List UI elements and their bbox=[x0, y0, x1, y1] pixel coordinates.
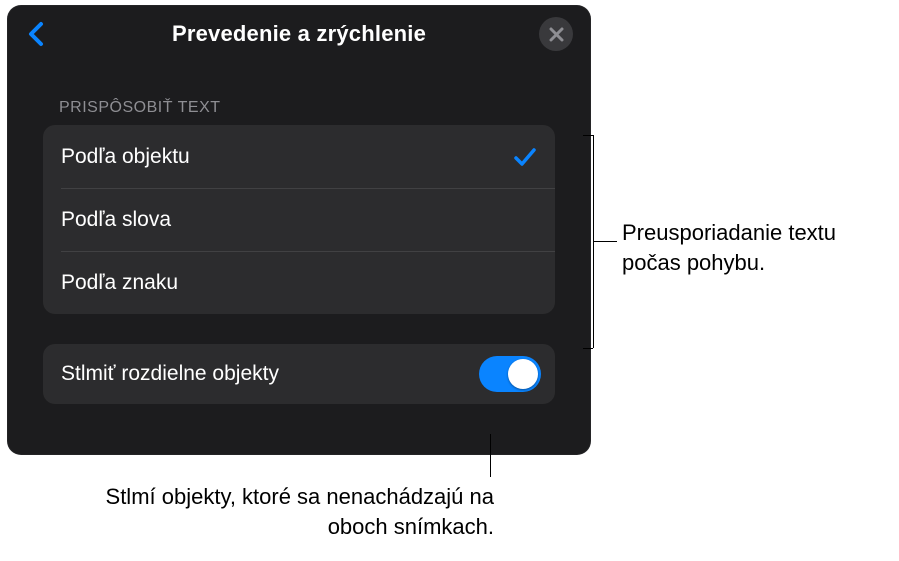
option-label: Podľa objektu bbox=[61, 145, 190, 169]
text-fit-options: Podľa objektu Podľa slova Podľa znaku bbox=[43, 125, 555, 314]
chevron-left-icon bbox=[27, 21, 45, 47]
callout-text-reorder: Preusporiadanie textu počas pohybu. bbox=[622, 218, 892, 277]
section-header: Prispôsobiť text bbox=[59, 99, 591, 117]
fade-toggle-switch[interactable] bbox=[479, 356, 541, 392]
option-label: Podľa znaku bbox=[61, 271, 178, 295]
callout-leader bbox=[490, 434, 491, 477]
back-button[interactable] bbox=[21, 19, 51, 49]
callout-leader bbox=[583, 348, 593, 349]
fade-toggle-group: Stlmiť rozdielne objekty bbox=[43, 344, 555, 404]
close-icon bbox=[549, 27, 564, 42]
settings-panel: Prevedenie a zrýchlenie Prispôsobiť text… bbox=[7, 5, 591, 455]
option-label: Podľa slova bbox=[61, 208, 171, 232]
callout-leader bbox=[583, 135, 593, 136]
close-button[interactable] bbox=[539, 17, 573, 51]
panel-header: Prevedenie a zrýchlenie bbox=[7, 5, 591, 63]
toggle-label: Stlmiť rozdielne objekty bbox=[61, 362, 279, 386]
panel-title: Prevedenie a zrýchlenie bbox=[172, 21, 426, 47]
callout-fade-description: Stlmí objekty, ktoré sa nenachádzajú na … bbox=[64, 482, 494, 541]
option-by-character[interactable]: Podľa znaku bbox=[43, 251, 555, 314]
switch-knob bbox=[508, 359, 538, 389]
checkmark-icon bbox=[513, 145, 537, 169]
option-by-word[interactable]: Podľa slova bbox=[43, 188, 555, 251]
fade-toggle-row: Stlmiť rozdielne objekty bbox=[43, 344, 555, 404]
callout-leader bbox=[593, 241, 617, 242]
option-by-object[interactable]: Podľa objektu bbox=[43, 125, 555, 188]
